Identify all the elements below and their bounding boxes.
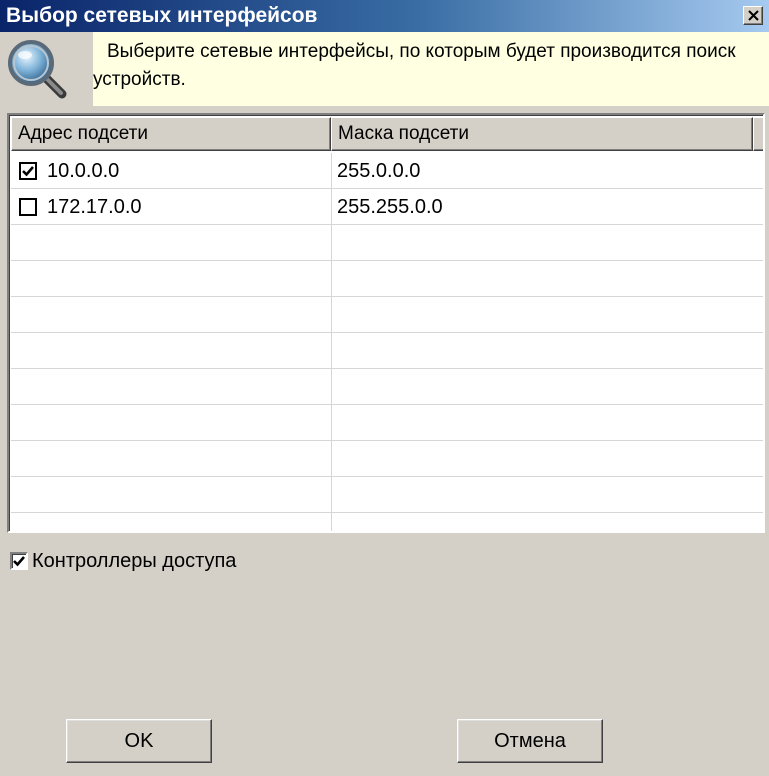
interfaces-list[interactable]: Адрес подсети Маска подсети 10.0.0.0 255… (7, 113, 765, 533)
info-box: Выберите сетевые интерфейсы, по которым … (93, 32, 769, 106)
list-grid: 10.0.0.0 255.0.0.0 172.17.0.0 255.255.0.… (11, 153, 763, 531)
info-text: Выберите сетевые интерфейсы, по которым … (93, 41, 736, 90)
empty-row (11, 513, 763, 531)
list-header: Адрес подсети Маска подсети (11, 117, 763, 151)
empty-row (11, 369, 763, 405)
magnifier-icon (8, 40, 67, 99)
empty-row (11, 261, 763, 297)
subnet-mask: 255.255.0.0 (337, 196, 443, 218)
subnet-address: 172.17.0.0 (47, 196, 142, 218)
table-row[interactable]: 172.17.0.0 255.255.0.0 (11, 189, 763, 225)
close-button[interactable] (743, 6, 763, 25)
checkmark-icon (22, 166, 34, 177)
subnet-mask: 255.0.0.0 (337, 160, 421, 182)
row-checkbox[interactable] (19, 198, 37, 216)
empty-row (11, 405, 763, 441)
row-checkbox[interactable] (19, 162, 37, 180)
network-interfaces-dialog: Выбор сетевых интерфейсов Выберите сетев… (0, 0, 769, 776)
cancel-button[interactable]: Отмена (457, 719, 603, 763)
table-row[interactable]: 10.0.0.0 255.0.0.0 (11, 153, 763, 189)
subnet-address: 10.0.0.0 (47, 160, 120, 182)
checkmark-icon (13, 556, 25, 567)
access-controllers-checkbox[interactable] (10, 552, 28, 570)
column-header-filler (753, 117, 763, 151)
empty-row (11, 477, 763, 513)
empty-row (11, 297, 763, 333)
title-bar: Выбор сетевых интерфейсов (0, 0, 769, 32)
column-header-mask[interactable]: Маска подсети (331, 117, 753, 151)
close-icon (748, 10, 759, 21)
empty-row (11, 225, 763, 261)
column-header-address[interactable]: Адрес подсети (11, 117, 331, 151)
ok-button[interactable]: OK (66, 719, 212, 763)
window-title: Выбор сетевых интерфейсов (6, 4, 318, 27)
access-controllers-label[interactable]: Контроллеры доступа (32, 549, 236, 573)
empty-row (11, 441, 763, 477)
empty-row (11, 333, 763, 369)
